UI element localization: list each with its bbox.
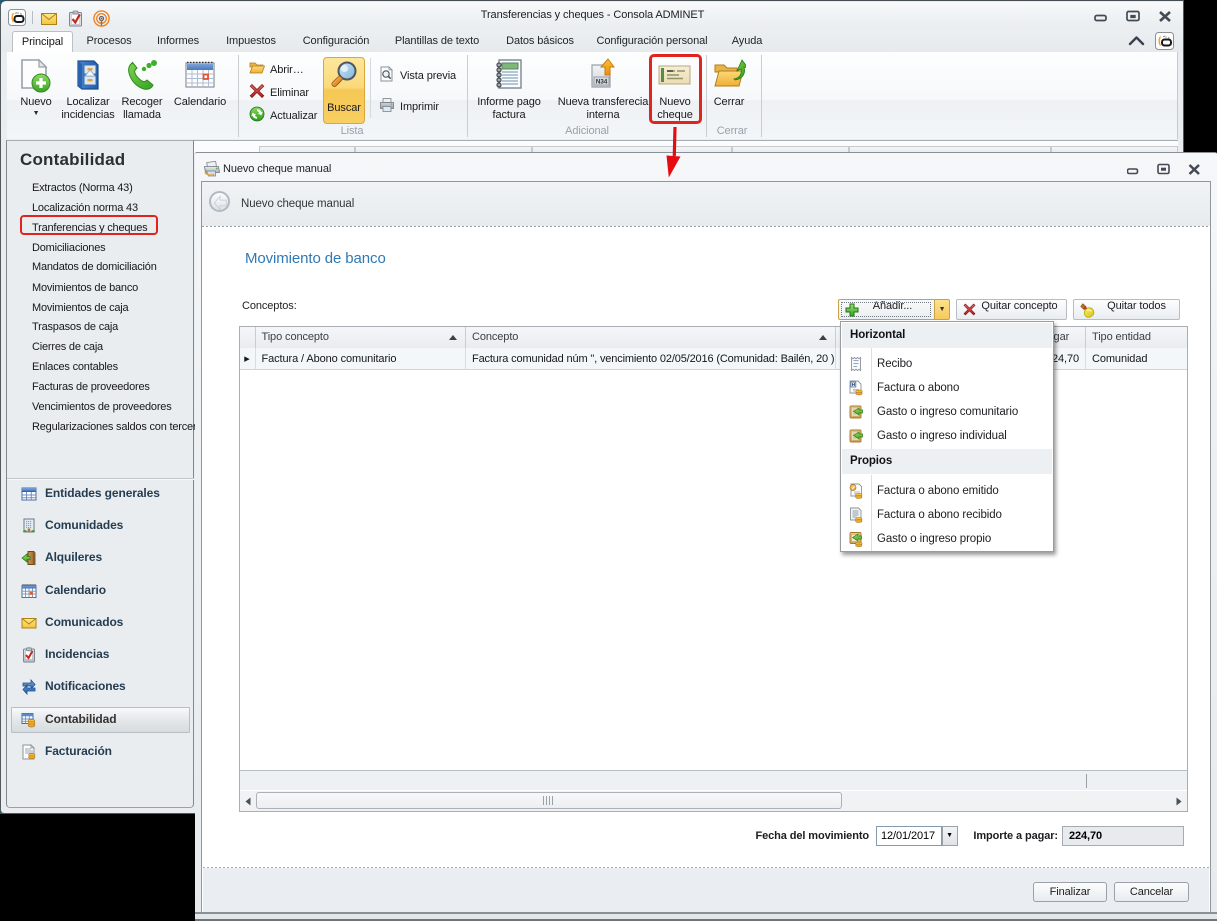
svg-text:N34: N34 [596,79,608,86]
